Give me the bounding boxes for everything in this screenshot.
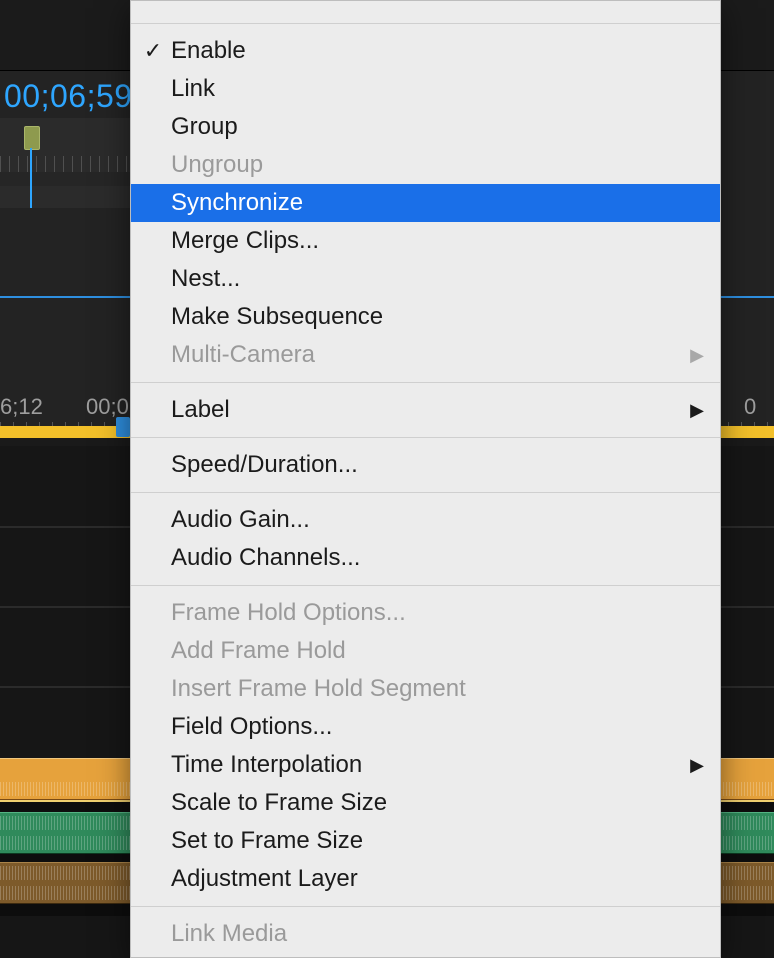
check-icon: ✓ (143, 32, 163, 70)
submenu-arrow-icon: ▶ (690, 336, 704, 374)
menu-item-group[interactable]: Group (131, 108, 720, 146)
menu-item-speed-duration[interactable]: Speed/Duration... (131, 446, 720, 484)
menu-item-ungroup: Ungroup (131, 146, 720, 184)
menu-item-label: Link (171, 75, 215, 102)
menu-item-adjustment-layer[interactable]: Adjustment Layer (131, 860, 720, 898)
menu-item-merge-clips[interactable]: Merge Clips... (131, 222, 720, 260)
menu-item-link[interactable]: Link (131, 70, 720, 108)
menu-item-synchronize[interactable]: Synchronize (131, 184, 720, 222)
clip-context-menu: ✓ Enable Link Group Ungroup Synchronize … (130, 0, 721, 958)
menu-item-label: Merge Clips... (171, 227, 319, 254)
menu-item-label: Make Subsequence (171, 303, 383, 330)
in-point-marker[interactable] (116, 417, 130, 437)
menu-item-multi-camera: Multi-Camera ▶ (131, 336, 720, 374)
menu-item-label: Time Interpolation (171, 751, 362, 778)
menu-item-label: Multi-Camera (171, 341, 315, 368)
menu-item-label: Group (171, 113, 238, 140)
menu-item-nest[interactable]: Nest... (131, 260, 720, 298)
menu-item-make-subsequence[interactable]: Make Subsequence (131, 298, 720, 336)
menu-item-audio-channels[interactable]: Audio Channels... (131, 539, 720, 577)
menu-item-add-frame-hold: Add Frame Hold (131, 632, 720, 670)
menu-item-label: Adjustment Layer (171, 865, 358, 892)
menu-separator (131, 585, 720, 586)
menu-item-label: Field Options... (171, 713, 332, 740)
menu-item-enable[interactable]: ✓ Enable (131, 32, 720, 70)
ruler-time-label: 6;12 (0, 394, 43, 420)
playhead-line[interactable] (30, 148, 32, 208)
menu-item-frame-hold-options: Frame Hold Options... (131, 594, 720, 632)
menu-item-label: Nest... (171, 265, 240, 292)
menu-item-link-media: Link Media (131, 915, 720, 953)
timeline-ruler-ticks (0, 156, 130, 186)
submenu-arrow-icon: ▶ (690, 746, 704, 784)
menu-separator (131, 23, 720, 24)
menu-item-label: Label (171, 396, 230, 423)
menu-item-label: Set to Frame Size (171, 827, 363, 854)
menu-item-insert-frame-hold-segment: Insert Frame Hold Segment (131, 670, 720, 708)
playhead-marker[interactable] (24, 126, 40, 150)
menu-item-scale-to-frame-size[interactable]: Scale to Frame Size (131, 784, 720, 822)
menu-separator (131, 492, 720, 493)
ruler-time-label: 0 (744, 394, 756, 420)
menu-item-label: Add Frame Hold (171, 637, 346, 664)
menu-item-field-options[interactable]: Field Options... (131, 708, 720, 746)
menu-separator (131, 437, 720, 438)
menu-item-label: Synchronize (171, 189, 303, 216)
menu-separator (131, 382, 720, 383)
menu-item-label: Audio Channels... (171, 544, 360, 571)
menu-item-label-submenu[interactable]: Label ▶ (131, 391, 720, 429)
menu-item-label: Link Media (171, 920, 287, 947)
submenu-arrow-icon: ▶ (690, 391, 704, 429)
menu-item-label: Ungroup (171, 151, 263, 178)
menu-item-set-to-frame-size[interactable]: Set to Frame Size (131, 822, 720, 860)
menu-item-audio-gain[interactable]: Audio Gain... (131, 501, 720, 539)
menu-item-time-interpolation[interactable]: Time Interpolation ▶ (131, 746, 720, 784)
menu-item-label: Insert Frame Hold Segment (171, 675, 466, 702)
menu-item-label: Frame Hold Options... (171, 599, 406, 626)
menu-item-label: Audio Gain... (171, 506, 310, 533)
menu-item-label: Speed/Duration... (171, 451, 358, 478)
menu-item-label: Enable (171, 37, 246, 64)
menu-separator (131, 906, 720, 907)
menu-item-label: Scale to Frame Size (171, 789, 387, 816)
